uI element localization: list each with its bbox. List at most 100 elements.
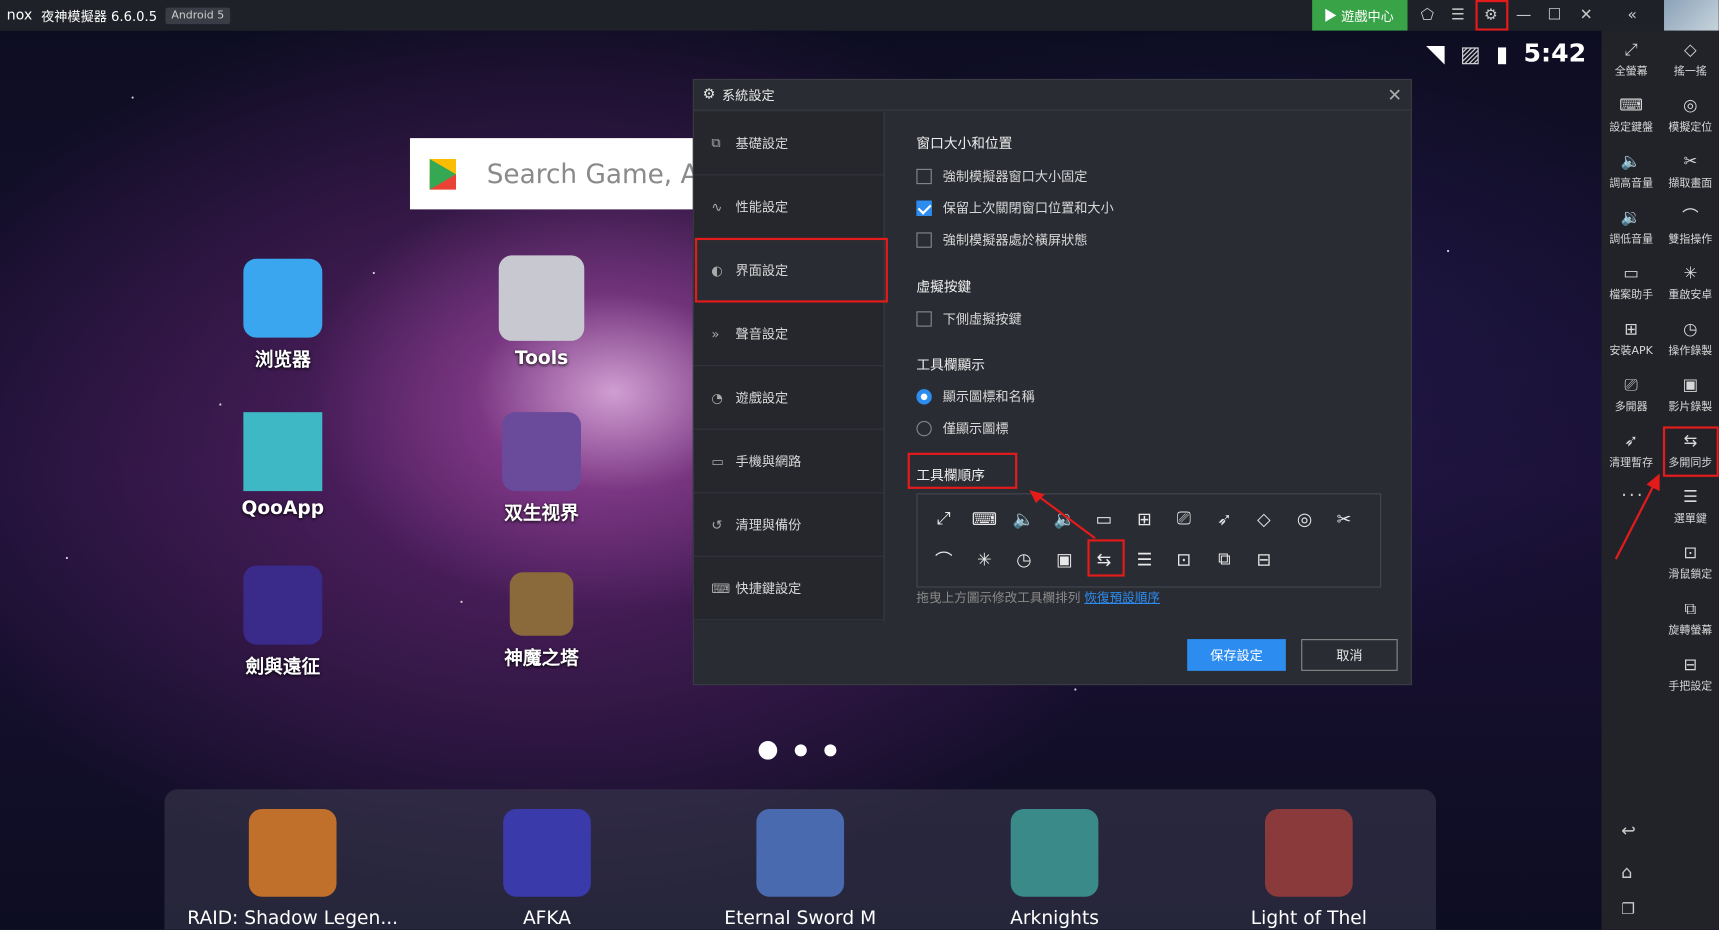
minimize-icon[interactable]: —: [1508, 0, 1539, 31]
fullscreen-icon: ⤢: [1624, 39, 1638, 60]
multi-icon[interactable]: ⎚: [1169, 503, 1200, 534]
toolbar-item-fullscreen[interactable]: ⤢ 全螢幕: [1602, 37, 1661, 92]
toolbar-item-label: 搖一搖: [1673, 65, 1707, 78]
toolbar-item-video[interactable]: ▣ 影片錄製: [1661, 373, 1719, 428]
menu-icon[interactable]: ☰: [1443, 0, 1474, 31]
toolbar-item-label: 檔案助手: [1609, 289, 1654, 302]
app-tower-of-saviors[interactable]: 神魔之塔: [470, 572, 613, 670]
collapse-icon[interactable]: «: [1617, 0, 1648, 31]
nav-basic[interactable]: ⧉ 基礎設定: [693, 112, 884, 176]
option-show-icon-and-name[interactable]: 顯示圖標和名稱: [916, 387, 1035, 406]
checkbox[interactable]: [916, 310, 932, 327]
toolbar-item-volume-down[interactable]: 🔉 調低音量: [1602, 205, 1661, 260]
shake-icon: ◇: [1684, 39, 1697, 60]
phone-icon: ▭: [711, 453, 724, 469]
mouse-lock-icon[interactable]: ⊡: [1169, 544, 1200, 575]
toolbar-item-file[interactable]: ▭ 檔案助手: [1602, 261, 1661, 316]
toolbar-item-label: 影片錄製: [1668, 401, 1713, 414]
radio[interactable]: [916, 420, 932, 436]
shake-icon[interactable]: ◇: [1249, 503, 1280, 534]
toolbar-item-label: 全螢幕: [1614, 65, 1648, 78]
highlight-box: [907, 452, 1018, 489]
title-bar: nox 夜神模擬器 6.6.0.5 Android 5 遊戲中心 ⬠ ☰ ⚙ —…: [0, 0, 1719, 31]
game-center-button[interactable]: 遊戲中心: [1312, 0, 1408, 31]
nav-label: 遊戲設定: [735, 390, 789, 406]
option-keep-window-position[interactable]: 保留上次關閉窗口位置和大小: [916, 198, 1114, 217]
toolbar-item-scissors[interactable]: ✂ 擷取畫面: [1661, 149, 1719, 204]
recent-apps-icon[interactable]: ❐: [1621, 901, 1635, 919]
app-afk-arena[interactable]: 劍與遠征: [212, 565, 355, 679]
app-title: 夜神模擬器 6.6.0.5: [41, 8, 158, 24]
option-force-landscape[interactable]: 強制模擬器處於橫屏狀態: [916, 230, 1087, 249]
gamepad-icon[interactable]: ⊟: [1249, 544, 1280, 575]
app-qooapp[interactable]: QooApp: [212, 412, 355, 520]
play-store-icon: [429, 158, 457, 190]
thumbnail-preview: [1664, 0, 1719, 31]
nav-game[interactable]: ◔ 遊戲設定: [693, 366, 884, 430]
video-icon: ▣: [1682, 374, 1699, 395]
restart-icon[interactable]: ✳: [969, 544, 1000, 575]
app-twin-world[interactable]: 双生视界: [470, 412, 613, 525]
checkbox-checked[interactable]: [916, 200, 932, 216]
home-icon[interactable]: ⌂: [1621, 862, 1632, 883]
close-icon[interactable]: ✕: [1571, 0, 1602, 31]
toolbar-item-shake[interactable]: ◇ 搖一搖: [1661, 37, 1719, 92]
toolbar-item-location[interactable]: ◎ 模擬定位: [1661, 93, 1719, 148]
location-icon[interactable]: ◎: [1289, 503, 1320, 534]
dock-app-light-of-thel[interactable]: Light of Thel: [1188, 808, 1429, 930]
toolbar-item-mouse-lock[interactable]: ⊡ 滑鼠鎖定: [1661, 540, 1719, 595]
toolbar-item-menu[interactable]: ☰ 選單鍵: [1661, 485, 1719, 540]
shirt-icon[interactable]: ⬠: [1412, 0, 1443, 31]
toolbar-item-rotate[interactable]: ⧉ 旋轉螢幕: [1661, 596, 1719, 651]
toolbar-item-record[interactable]: ◷ 操作錄製: [1661, 317, 1719, 372]
apk-icon[interactable]: ⊞: [1129, 503, 1160, 534]
pulse-icon: ∿: [711, 198, 723, 215]
dock-app-eternal-sword[interactable]: Eternal Sword M: [680, 808, 921, 930]
option-bottom-virtual-keys[interactable]: 下側虛擬按鍵: [916, 309, 1022, 328]
toolbar-item-multi[interactable]: ⎚ 多開器: [1602, 373, 1661, 428]
cancel-button[interactable]: 取消: [1301, 639, 1398, 671]
app-tools[interactable]: Tools: [470, 255, 613, 369]
nav-sound[interactable]: » 聲音設定: [693, 303, 884, 367]
fullscreen-icon[interactable]: ⤢: [928, 503, 959, 534]
radio-selected[interactable]: [916, 388, 932, 404]
app-browser[interactable]: 浏览器: [212, 258, 355, 372]
keyboard-icon[interactable]: ⌨: [969, 503, 1000, 534]
back-icon[interactable]: ↩: [1621, 820, 1636, 841]
section-heading: 虛擬按鍵: [916, 278, 972, 295]
restore-default-link[interactable]: 恢復預設順序: [1084, 590, 1160, 605]
more-icon[interactable]: ···: [1621, 485, 1644, 506]
checkbox[interactable]: [916, 168, 932, 184]
rotate-icon[interactable]: ⧉: [1209, 544, 1240, 575]
rocket-icon[interactable]: ➶: [1209, 503, 1240, 534]
maximize-icon[interactable]: ☐: [1539, 0, 1570, 31]
toolbar-item-apk[interactable]: ⊞ 安裝APK: [1602, 317, 1661, 372]
menu-icon: ☰: [1682, 486, 1698, 507]
nav-label: 快捷鍵設定: [735, 580, 802, 597]
save-button[interactable]: 保存設定: [1187, 639, 1286, 671]
dock-app-raid[interactable]: RAID: Shadow Legen...: [172, 808, 413, 930]
toolbar-item-gamepad[interactable]: ⊟ 手把設定: [1661, 652, 1719, 707]
scissors-icon[interactable]: ✂: [1329, 503, 1360, 534]
option-label: 強制模擬器窗口大小固定: [942, 168, 1088, 185]
menu-icon[interactable]: ☰: [1129, 544, 1160, 575]
checkbox[interactable]: [916, 231, 932, 248]
dock-app-arknights[interactable]: Arknights: [934, 808, 1175, 930]
toolbar-item-touch[interactable]: ⌒ 雙指操作: [1661, 205, 1719, 260]
close-icon[interactable]: ✕: [1387, 84, 1402, 105]
nav-performance[interactable]: ∿ 性能設定: [693, 175, 884, 239]
option-fix-window-size[interactable]: 強制模擬器窗口大小固定: [916, 167, 1087, 186]
nav-backup[interactable]: ↺ 清理與備份: [693, 493, 884, 557]
nav-network[interactable]: ▭ 手機與網路: [693, 430, 884, 494]
toolbar-item-keyboard[interactable]: ⌨ 設定鍵盤: [1602, 93, 1661, 148]
dock-label: Light of Thel: [1250, 907, 1367, 930]
dock-label: AFKA: [522, 907, 572, 930]
nav-shortcuts[interactable]: ⌨ 快捷鍵設定: [693, 557, 884, 621]
toolbar-item-volume-up[interactable]: 🔈 調高音量: [1602, 149, 1661, 204]
dock-app-afka[interactable]: AFKA: [426, 808, 667, 930]
touch-icon[interactable]: ⌒: [928, 544, 959, 575]
app-label: 双生视界: [504, 503, 579, 526]
toolbar-item-restart[interactable]: ✳ 重啟安卓: [1661, 261, 1719, 316]
play-store-search[interactable]: Search Game, A: [409, 138, 695, 210]
option-icon-only[interactable]: 僅顯示圖標: [916, 419, 1009, 438]
